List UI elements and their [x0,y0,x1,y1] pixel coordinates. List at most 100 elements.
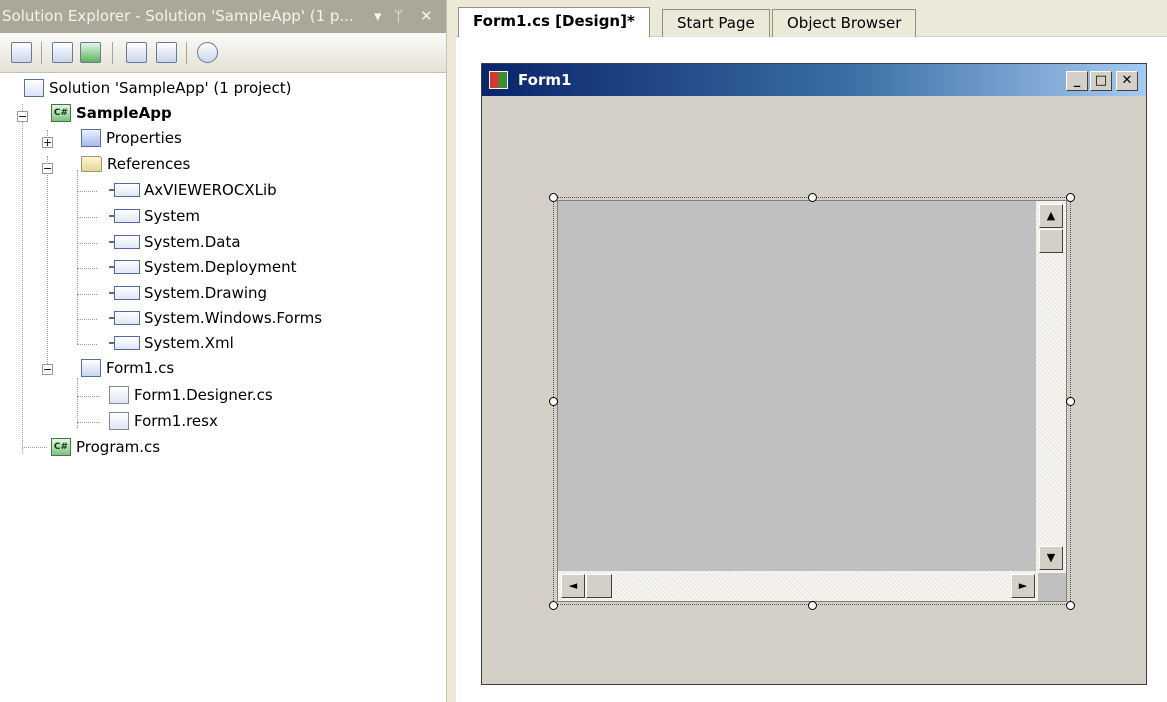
code-file-icon [109,385,129,404]
tab-object-browser[interactable]: Object Browser [772,9,917,37]
tree-item-solution[interactable]: Solution 'SampleApp' (1 project) [24,75,292,101]
tree-connector [77,191,97,192]
tree-item-label: Form1.cs [106,359,175,377]
tree-item-label: System.Deployment [144,258,297,276]
solution-tree: Solution 'SampleApp' (1 project) − C# Sam… [0,74,446,702]
tab-form1-design[interactable]: Form1.cs [Design]* [458,7,650,37]
tree-item-reference[interactable]: System.Windows.Forms [109,305,323,331]
designer-form[interactable]: Form1 _ □ ✕ ▲ ▼ ◄ ► [481,63,1147,685]
form-designer-surface: Form1 _ □ ✕ ▲ ▼ ◄ ► [456,37,1167,702]
form-icon [81,358,101,377]
tree-connector [77,268,97,269]
tree-item-reference[interactable]: System [109,203,200,229]
tree-item-reference[interactable]: System.Drawing [109,280,268,306]
form-window-icon [489,71,508,89]
horizontal-scroll-thumb[interactable] [586,574,612,598]
tree-connector [77,170,78,344]
toolbar-separator [112,42,113,64]
tree-connector [77,378,78,428]
collapse-form-icon[interactable]: − [42,364,53,375]
reference-icon [109,182,140,197]
tree-item-label: SampleApp [76,104,172,122]
tree-item-reference[interactable]: System.Deployment [109,254,297,280]
tree-item-label: Solution 'SampleApp' (1 project) [49,79,292,97]
form-title: Form1 [518,71,572,89]
tree-connector [77,217,97,218]
resize-handle-left[interactable] [549,397,558,406]
reference-icon [109,285,140,300]
tree-item-label: System [144,207,200,225]
resize-handle-bottom-right[interactable] [1066,601,1075,610]
vertical-scrollbar[interactable]: ▲ ▼ [1036,201,1066,573]
scroll-up-button[interactable]: ▲ [1039,204,1063,228]
solution-explorer-title: Solution Explorer - Solution 'SampleApp'… [2,7,354,25]
tree-item-label: System.Xml [144,334,234,352]
tree-connector [47,156,48,368]
maximize-button[interactable]: □ [1090,71,1112,91]
tree-item-form-designer[interactable]: Form1.Designer.cs [109,382,273,408]
resize-handle-bottom-left[interactable] [549,601,558,610]
tree-item-label: AxVIEWEROCXLib [144,181,277,199]
tree-item-reference[interactable]: AxVIEWEROCXLib [109,177,277,203]
tree-connector [77,422,99,423]
tree-connector [22,104,23,453]
resize-handle-top-right[interactable] [1066,193,1075,202]
refresh-icon[interactable] [80,42,101,63]
tree-connector [77,319,97,320]
csharp-file-icon: C# [51,437,71,456]
tab-start-page[interactable]: Start Page [662,9,770,37]
tree-item-label: Form1.Designer.cs [134,386,273,404]
document-tab-bar: Form1.cs [Design]* Start Page Object Bro… [456,0,1167,37]
class-diagram-icon[interactable] [197,42,218,63]
tree-item-references[interactable]: References [81,151,190,177]
minimize-button[interactable]: _ [1066,71,1088,91]
tree-item-project[interactable]: C# SampleApp [51,100,172,126]
expand-properties-icon[interactable]: + [42,137,53,148]
tree-connector [77,243,97,244]
scroll-right-button[interactable]: ► [1011,574,1035,598]
tree-item-reference[interactable]: System.Data [109,229,241,255]
window-position-dropdown-icon[interactable]: ▾ [374,0,382,33]
tree-item-label: System.Drawing [144,284,268,302]
collapse-references-icon[interactable]: − [42,163,53,174]
tree-item-label: System.Windows.Forms [144,309,323,327]
tree-item-program[interactable]: C# Program.cs [51,434,160,460]
pin-icon[interactable]: ᛘ [394,0,403,33]
collapse-project-icon[interactable]: − [17,111,28,122]
activex-viewer-control[interactable]: ▲ ▼ ◄ ► [557,200,1067,602]
view-designer-icon[interactable] [156,42,177,63]
resource-file-icon [109,411,129,430]
reference-icon [109,310,140,325]
show-all-files-icon[interactable] [52,42,73,63]
tree-item-properties[interactable]: Properties [81,125,182,151]
resize-handle-right[interactable] [1066,397,1075,406]
tree-item-form-resx[interactable]: Form1.resx [109,408,218,434]
scroll-left-button[interactable]: ◄ [561,574,585,598]
properties-icon[interactable] [11,42,32,63]
solution-explorer-panel: Solution Explorer - Solution 'SampleApp'… [0,0,446,702]
resize-handle-top[interactable] [808,193,817,202]
solution-icon [24,78,44,97]
close-icon[interactable]: ✕ [420,0,433,33]
tree-connector [22,447,47,448]
vertical-scroll-thumb[interactable] [1039,229,1063,253]
reference-icon [109,259,140,274]
tree-item-label: References [107,155,191,173]
horizontal-scrollbar[interactable]: ◄ ► [558,571,1038,601]
tree-connector [77,344,97,345]
solution-explorer-toolbar [0,33,446,73]
reference-icon [109,208,140,223]
tree-item-form[interactable]: Form1.cs [81,355,174,381]
toolbar-separator [186,42,187,64]
tree-item-reference[interactable]: System.Xml [109,330,234,356]
scroll-down-button[interactable]: ▼ [1039,546,1063,570]
close-button[interactable]: ✕ [1116,71,1138,91]
resize-handle-bottom[interactable] [808,601,817,610]
resize-handle-top-left[interactable] [549,193,558,202]
panel-splitter[interactable] [446,0,456,702]
solution-explorer-title-bar: Solution Explorer - Solution 'SampleApp'… [0,0,446,33]
document-area: Form1.cs [Design]* Start Page Object Bro… [456,0,1167,702]
tree-item-label: System.Data [144,233,241,251]
view-code-icon[interactable] [126,42,147,63]
csharp-project-icon: C# [51,103,71,122]
